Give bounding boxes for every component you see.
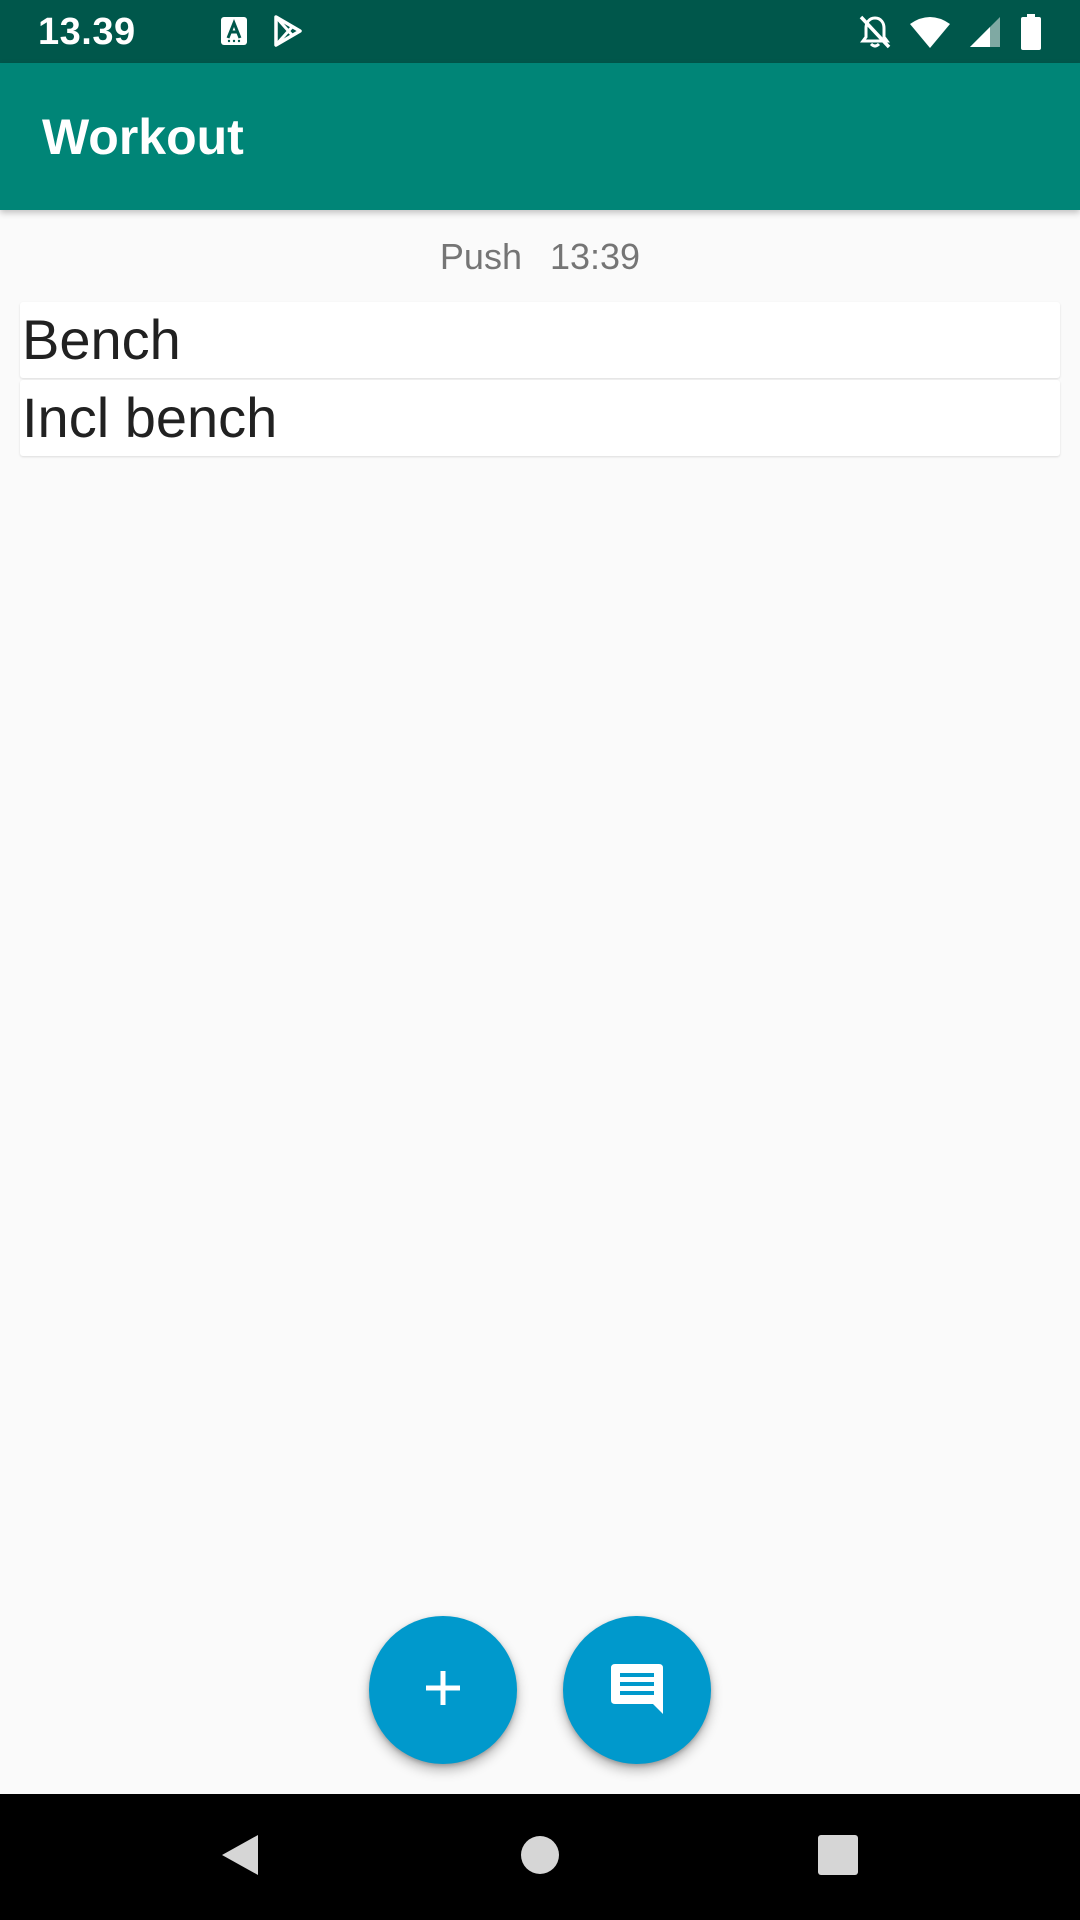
exercise-name: Incl bench [22, 386, 278, 449]
add-exercise-button[interactable] [369, 1616, 517, 1764]
status-bar: 13.39 [0, 0, 1080, 63]
status-time: 13.39 [38, 11, 136, 53]
navigation-bar [0, 1794, 1080, 1920]
status-right-icons [858, 12, 1042, 52]
back-button[interactable] [210, 1827, 270, 1887]
signal-icon [968, 15, 1002, 49]
recents-icon [818, 1834, 858, 1880]
comment-button[interactable] [563, 1616, 711, 1764]
home-button[interactable] [510, 1827, 570, 1887]
home-icon [520, 1835, 560, 1880]
list-item[interactable]: Bench [20, 302, 1060, 378]
session-time: 13:39 [549, 236, 641, 277]
keyboard-a-icon [220, 16, 248, 46]
plus-icon [423, 1668, 463, 1713]
session-name: Push [439, 236, 522, 277]
session-header: Push 13:39 [0, 232, 1080, 282]
page-title: Workout [42, 109, 244, 165]
list-item[interactable]: Incl bench [20, 380, 1060, 456]
exercise-name: Bench [22, 308, 181, 371]
battery-icon [1020, 14, 1042, 50]
play-store-icon [272, 15, 304, 47]
status-left-icons [220, 14, 304, 48]
recents-button[interactable] [808, 1827, 868, 1887]
exercise-list: Bench Incl bench [20, 302, 1060, 458]
notifications-off-icon [858, 14, 892, 50]
app-bar: Workout [0, 63, 1080, 210]
comment-icon [609, 1660, 665, 1721]
wifi-icon [910, 16, 950, 48]
back-icon [218, 1831, 262, 1884]
screen: 13.39 Workout Push 13:39 Bench Incl benc… [0, 0, 1080, 1920]
